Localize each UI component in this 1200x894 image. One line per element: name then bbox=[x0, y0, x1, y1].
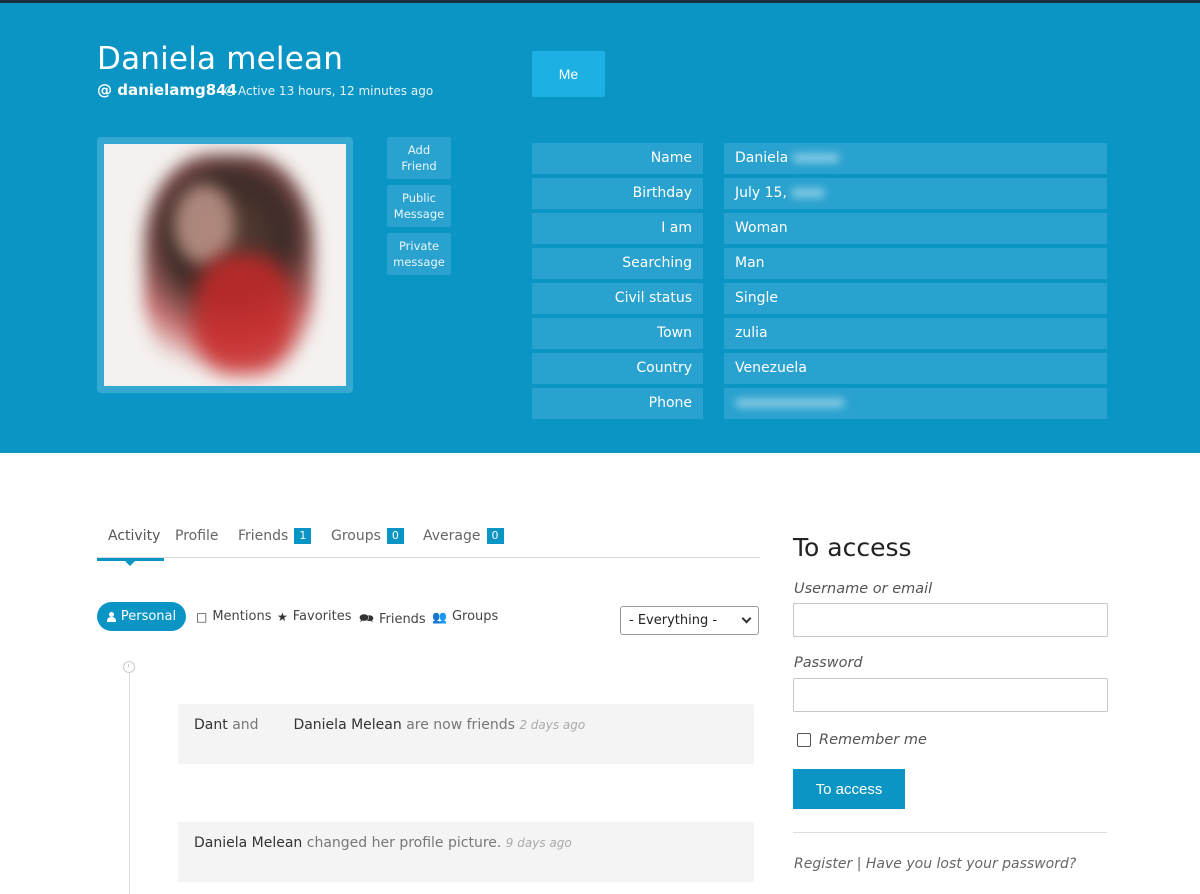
filter-friends-label: Friends bbox=[378, 612, 426, 627]
detail-value-name: Daniela bbox=[724, 143, 1107, 174]
profile-name: Daniela melean bbox=[97, 41, 344, 77]
last-active-text: Active 13 hours, 12 minutes ago bbox=[238, 84, 434, 98]
tab-activity-label: Activity bbox=[108, 528, 161, 544]
me-button[interactable]: Me bbox=[532, 51, 605, 97]
remember-me-label: Remember me bbox=[819, 732, 927, 748]
login-button[interactable]: To access bbox=[793, 769, 905, 809]
remember-me-checkbox[interactable] bbox=[797, 733, 811, 747]
star-icon: ★ bbox=[277, 609, 288, 624]
activity-text: changed her profile picture. bbox=[306, 835, 502, 851]
activity-actor-link[interactable]: Dant bbox=[194, 717, 228, 733]
tab-activity[interactable]: Activity bbox=[108, 528, 160, 544]
user-icon bbox=[106, 611, 116, 622]
activity-actor-link[interactable]: Daniela Melean bbox=[194, 835, 302, 851]
public-message-button[interactable]: Public Message bbox=[387, 185, 451, 227]
detail-value-phone bbox=[724, 388, 1107, 419]
lost-password-link[interactable]: Have you lost your password? bbox=[866, 856, 1076, 872]
detail-value-civil-status: Single bbox=[724, 283, 1107, 314]
tab-average-label: Average bbox=[423, 528, 481, 544]
private-message-label: Private message bbox=[393, 239, 445, 269]
tab-friends-label: Friends bbox=[238, 528, 289, 544]
friends-count-badge: 1 bbox=[294, 528, 312, 544]
links-separator: | bbox=[856, 856, 862, 872]
avatar[interactable] bbox=[104, 144, 346, 386]
add-friend-label: Add Friend bbox=[401, 143, 437, 173]
activity-text: are now friends bbox=[406, 717, 515, 733]
clock-icon bbox=[225, 86, 235, 96]
detail-label-i-am: I am bbox=[532, 213, 703, 244]
filter-mentions-label: Mentions bbox=[212, 609, 272, 624]
detail-label-country: Country bbox=[532, 353, 703, 384]
add-friend-button[interactable]: Add Friend bbox=[387, 137, 451, 179]
detail-label-civil-status: Civil status bbox=[532, 283, 703, 314]
filter-favorites[interactable]: ★ Favorites bbox=[277, 609, 352, 624]
activity-item: Dant and Daniela Melean are now friends … bbox=[178, 704, 754, 764]
detail-value-birthday-text: July 15, bbox=[735, 185, 787, 201]
timeline-line bbox=[129, 672, 130, 894]
profile-header: Daniela melean @ danielamg844 Active 13 … bbox=[0, 0, 1200, 453]
login-divider bbox=[793, 832, 1107, 833]
public-message-label: Public Message bbox=[393, 191, 445, 221]
filter-friends[interactable]: 🗪 Friends bbox=[359, 609, 426, 630]
detail-value-name-text: Daniela bbox=[735, 150, 789, 166]
detail-value-birthday: July 15, bbox=[724, 178, 1107, 209]
avatar-frame bbox=[97, 137, 353, 393]
password-input[interactable] bbox=[793, 678, 1108, 712]
detail-label-town: Town bbox=[532, 318, 703, 349]
activity-type-select-value: - Everything - bbox=[629, 613, 718, 628]
tab-groups[interactable]: Groups 0 bbox=[331, 528, 404, 544]
login-links: Register | Have you lost your password? bbox=[794, 856, 1076, 872]
tab-profile[interactable]: Profile bbox=[175, 528, 219, 544]
filter-personal[interactable]: Personal bbox=[97, 602, 186, 631]
detail-value-country: Venezuela bbox=[724, 353, 1107, 384]
active-tab-caret bbox=[125, 561, 135, 566]
detail-value-town: zulia bbox=[724, 318, 1107, 349]
activity-type-select[interactable]: - Everything - bbox=[620, 606, 759, 635]
detail-label-searching: Searching bbox=[532, 248, 703, 279]
detail-value-searching: Man bbox=[724, 248, 1107, 279]
users-icon: 👥 bbox=[432, 609, 447, 624]
register-link[interactable]: Register bbox=[794, 856, 852, 872]
username-label: Username or email bbox=[794, 581, 933, 597]
detail-label-name: Name bbox=[532, 143, 703, 174]
filter-groups-label: Groups bbox=[451, 609, 499, 624]
detail-value-i-am: Woman bbox=[724, 213, 1107, 244]
profile-handle: @ danielamg844 bbox=[97, 81, 238, 99]
filter-favorites-label: Favorites bbox=[292, 609, 352, 624]
groups-count-badge: 0 bbox=[386, 528, 404, 544]
activity-time[interactable]: 9 days ago bbox=[506, 836, 572, 850]
private-message-button[interactable]: Private message bbox=[387, 233, 451, 275]
profile-tabs: Activity Profile Friends 1 Groups 0 Aver… bbox=[97, 528, 760, 558]
timeline-clock-icon bbox=[123, 661, 135, 673]
average-count-badge: 0 bbox=[486, 528, 504, 544]
activity-item: Daniela Melean changed her profile pictu… bbox=[178, 822, 754, 882]
password-label: Password bbox=[794, 655, 863, 671]
filter-mentions[interactable]: □ Mentions bbox=[196, 609, 271, 624]
activity-connector: and bbox=[232, 717, 259, 733]
detail-label-birthday: Birthday bbox=[532, 178, 703, 209]
detail-label-phone: Phone bbox=[532, 388, 703, 419]
tab-average[interactable]: Average 0 bbox=[423, 528, 504, 544]
username-input[interactable] bbox=[793, 603, 1108, 637]
activity-target-link[interactable]: Daniela Melean bbox=[293, 717, 401, 733]
tab-friends[interactable]: Friends 1 bbox=[238, 528, 312, 544]
tab-groups-label: Groups bbox=[331, 528, 381, 544]
filter-personal-label: Personal bbox=[120, 609, 177, 624]
activity-time[interactable]: 2 days ago bbox=[519, 718, 585, 732]
comments-icon: 🗪 bbox=[359, 611, 374, 625]
bookmark-icon: □ bbox=[196, 609, 208, 624]
filter-groups[interactable]: 👥 Groups bbox=[432, 609, 498, 624]
last-active: Active 13 hours, 12 minutes ago bbox=[225, 84, 433, 98]
chevron-down-icon bbox=[741, 613, 752, 624]
tab-profile-label: Profile bbox=[175, 528, 219, 544]
login-title: To access bbox=[793, 533, 912, 562]
